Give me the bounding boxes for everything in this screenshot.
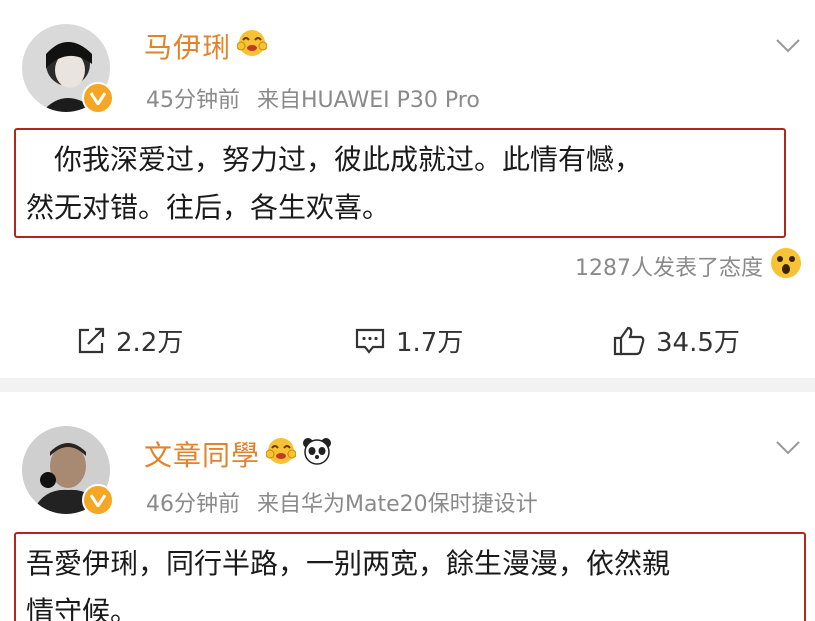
post-content-highlight: 你我深爱过，努力过，彼此成就过。此情有憾， 然无对错。往后，各生欢喜。 xyxy=(14,128,786,238)
username-row: 马伊琍 xyxy=(144,26,268,66)
like-icon xyxy=(613,326,645,355)
username[interactable]: 马伊琍 xyxy=(144,26,231,66)
repost-icon xyxy=(78,327,105,353)
emoji-icon xyxy=(236,28,268,65)
verified-badge-icon xyxy=(82,484,114,516)
avatar[interactable] xyxy=(22,24,114,114)
post-content-highlight: 吾愛伊琍，同行半路，一别两宽，餘生漫漫，依然親 情守候。 xyxy=(14,532,806,621)
panda-icon xyxy=(302,436,332,473)
post-source: 来自华为Mate20保时捷设计 xyxy=(257,492,538,517)
reactions-text: 1287人发表了态度 xyxy=(575,256,763,281)
chevron-down-icon[interactable] xyxy=(775,440,801,456)
post-content-line: 你我深爱过，努力过，彼此成就过。此情有憾， xyxy=(26,143,643,176)
comment-count: 1.7万 xyxy=(396,328,464,358)
surprised-emoji-icon xyxy=(769,246,803,286)
post-content-line: 吾愛伊琍，同行半路，一别两宽，餘生漫漫，依然親 xyxy=(26,547,671,580)
post-meta: 46分钟前 来自华为Mate20保时捷设计 xyxy=(146,486,538,518)
post-separator xyxy=(0,378,815,392)
post-time: 45分钟前 xyxy=(146,88,240,113)
like-count: 34.5万 xyxy=(656,328,740,358)
username[interactable]: 文章同學 xyxy=(144,434,260,474)
like-button[interactable]: 34.5万 xyxy=(612,322,740,359)
reactions-summary[interactable]: 1287人发表了态度 xyxy=(575,246,803,286)
post-content-line: 情守候。 xyxy=(26,595,139,621)
weibo-post-2: 文章同學 46分钟前 来自华为Mate20保时捷设计 吾愛伊琍，同行半路，一别两… xyxy=(0,392,815,621)
post-content-line: 然无对错。往后，各生欢喜。 xyxy=(26,191,391,224)
post-meta: 45分钟前 来自HUAWEI P30 Pro xyxy=(146,82,480,114)
verified-badge-icon xyxy=(82,82,114,114)
post-time: 46分钟前 xyxy=(146,492,240,517)
emoji-icon xyxy=(265,436,297,473)
comment-icon xyxy=(355,328,385,354)
avatar[interactable] xyxy=(22,426,114,516)
weibo-post-1: 马伊琍 45分钟前 来自HUAWEI P30 Pro 你我深爱过，努力过，彼此成… xyxy=(0,0,815,378)
repost-count: 2.2万 xyxy=(116,328,184,358)
username-row: 文章同學 xyxy=(144,434,332,474)
comment-button[interactable]: 1.7万 xyxy=(354,322,463,359)
post-source: 来自HUAWEI P30 Pro xyxy=(257,88,480,113)
repost-button[interactable]: 2.2万 xyxy=(76,322,183,359)
chevron-down-icon[interactable] xyxy=(775,38,801,54)
